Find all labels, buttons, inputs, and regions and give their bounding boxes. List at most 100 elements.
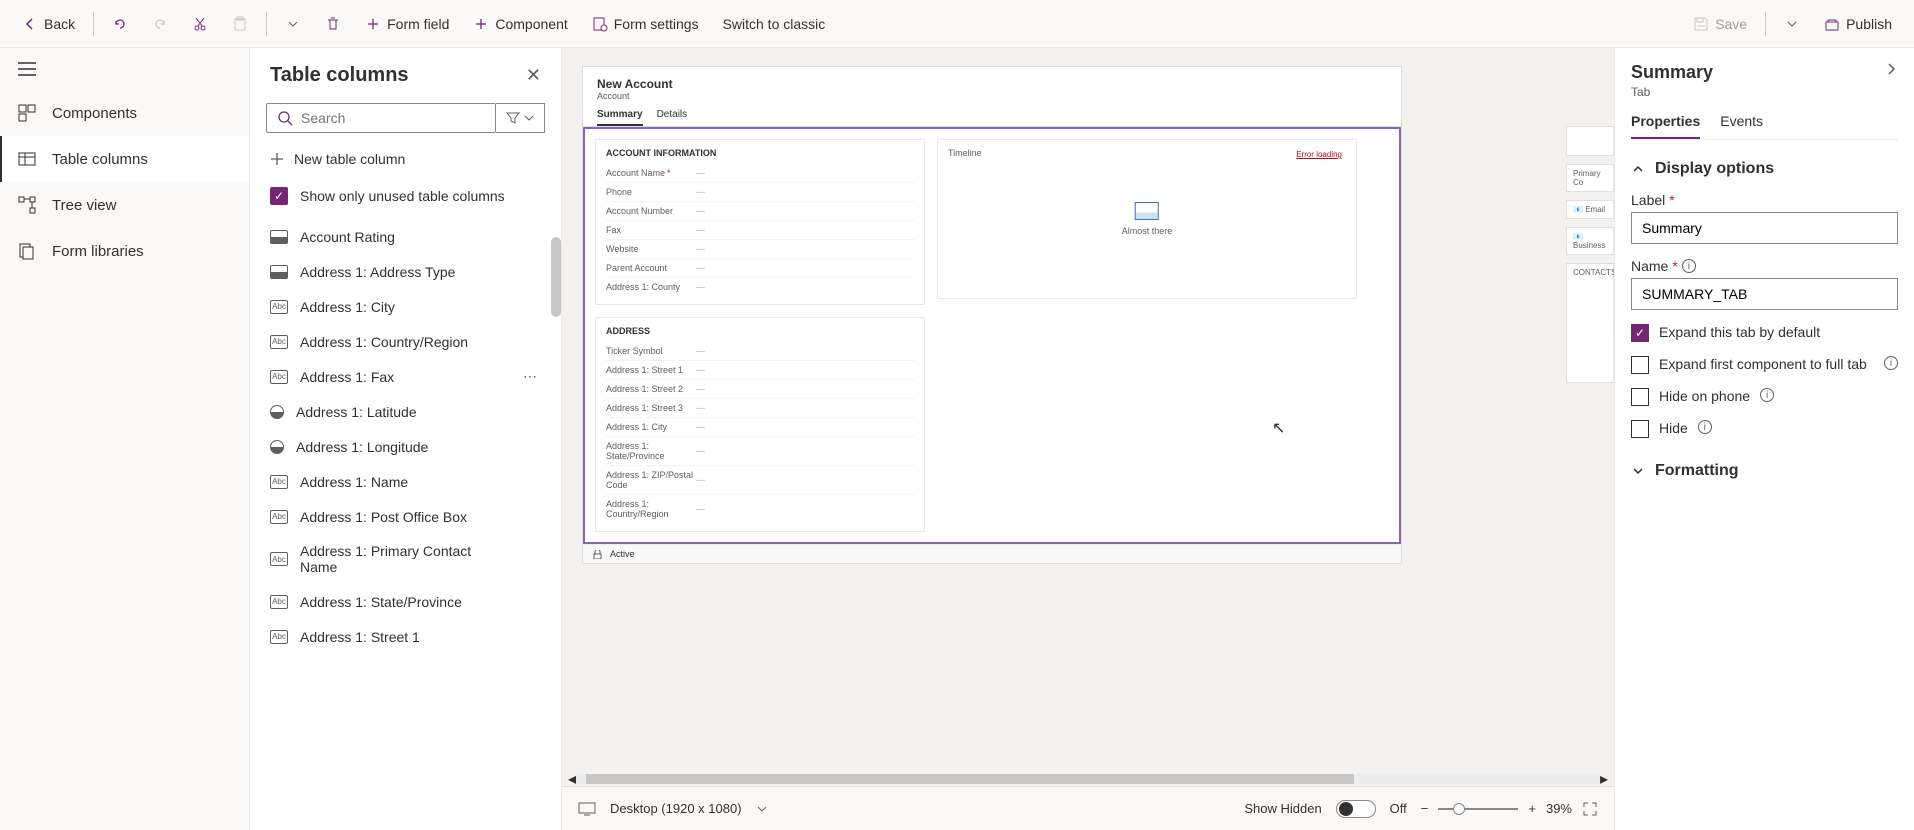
redo-button[interactable]: [142, 10, 178, 38]
form-field-row[interactable]: Account Number---: [606, 202, 914, 221]
more-icon[interactable]: ⋯: [519, 368, 541, 385]
panel-close-button[interactable]: ✕: [526, 65, 541, 86]
error-loading-link[interactable]: Error loading: [1296, 150, 1342, 159]
rail-table-columns[interactable]: Table columns: [0, 136, 249, 182]
horizontal-scrollbar[interactable]: ◂ ▸: [562, 772, 1614, 786]
text-type-icon: Abc: [270, 370, 288, 384]
contacts-box[interactable]: CONTACTS: [1566, 263, 1614, 383]
tab-events[interactable]: Events: [1720, 113, 1763, 139]
expand-panel-icon[interactable]: [1884, 62, 1898, 76]
column-item[interactable]: AbcAddress 1: Post Office Box⋯: [250, 499, 561, 534]
column-item[interactable]: AbcAddress 1: Primary Contact Name⋯: [250, 534, 561, 584]
cut-button[interactable]: [182, 10, 218, 38]
column-item[interactable]: AbcAddress 1: Country/Region⋯: [250, 324, 561, 359]
show-hidden-toggle[interactable]: [1336, 800, 1376, 818]
column-item[interactable]: AbcAddress 1: Fax⋯: [250, 359, 561, 394]
paste-button[interactable]: [222, 10, 258, 38]
expand-default-check[interactable]: ✓ Expand this tab by default: [1631, 324, 1898, 342]
form-field-row[interactable]: Address 1: ZIP/Postal Code---: [606, 466, 914, 495]
hamburger-button[interactable]: [0, 48, 249, 90]
rail-components[interactable]: Components: [0, 90, 249, 136]
form-field-row[interactable]: Phone---: [606, 183, 914, 202]
form-field-row[interactable]: Parent Account---: [606, 259, 914, 278]
hide-check[interactable]: Hide i: [1631, 420, 1898, 438]
show-only-unused-check[interactable]: ✓ Show only unused table columns: [250, 177, 561, 219]
form-settings-button[interactable]: Form settings: [582, 10, 709, 38]
section-account-info[interactable]: ACCOUNT INFORMATION Account Name*---Phon…: [595, 139, 925, 305]
label-input[interactable]: [1631, 212, 1898, 244]
form-preview[interactable]: New Account Account Summary Details ACCO…: [582, 66, 1402, 564]
timeline-section[interactable]: Timeline Error loading Almost there: [937, 139, 1357, 299]
search-input[interactable]: [301, 110, 485, 126]
separator: [1765, 12, 1766, 36]
column-item[interactable]: Address 1: Latitude⋯: [250, 394, 561, 429]
form-field-row[interactable]: Address 1: County---: [606, 278, 914, 296]
form-field-button[interactable]: Form field: [355, 10, 459, 38]
tab-properties[interactable]: Properties: [1631, 113, 1700, 139]
primary-contact-box[interactable]: Primary Co: [1566, 164, 1614, 192]
column-item[interactable]: AbcAddress 1: Street 1⋯: [250, 619, 561, 654]
name-input[interactable]: [1631, 278, 1898, 310]
globe-icon: [270, 440, 284, 454]
column-item[interactable]: AbcAddress 1: Name⋯: [250, 464, 561, 499]
search-input-wrapper[interactable]: [266, 103, 496, 133]
column-item[interactable]: AbcAddress 1: City⋯: [250, 289, 561, 324]
component-button[interactable]: Component: [463, 10, 577, 38]
form-field-row[interactable]: Fax---: [606, 221, 914, 240]
hscroll-thumb[interactable]: [586, 774, 1354, 784]
form-field-row[interactable]: Website---: [606, 240, 914, 259]
form-field-row[interactable]: Address 1: State/Province---: [606, 437, 914, 466]
publish-button[interactable]: Publish: [1814, 10, 1902, 38]
rail-form-libraries[interactable]: Form libraries: [0, 228, 249, 274]
chevron-down-icon[interactable]: [756, 803, 768, 815]
hide-phone-check[interactable]: Hide on phone i: [1631, 388, 1898, 406]
form-field-row[interactable]: Address 1: Street 3---: [606, 399, 914, 418]
zoom-in-button[interactable]: +: [1528, 801, 1536, 816]
form-field-row[interactable]: Address 1: Street 2---: [606, 380, 914, 399]
timeline-message: Almost there: [1122, 226, 1173, 236]
info-icon[interactable]: i: [1698, 420, 1712, 434]
display-options-header[interactable]: Display options: [1631, 156, 1898, 182]
expand-first-check[interactable]: Expand first component to full tab i: [1631, 356, 1898, 374]
paste-dropdown[interactable]: [275, 10, 311, 38]
column-list[interactable]: Account Rating⋯Address 1: Address Type⋯A…: [250, 219, 561, 830]
delete-button[interactable]: [315, 10, 351, 38]
panel-title: Table columns: [270, 64, 409, 87]
column-item[interactable]: Account Rating⋯: [250, 219, 561, 254]
info-icon[interactable]: i: [1682, 259, 1696, 273]
field-value: ---: [696, 282, 705, 292]
switch-classic-button[interactable]: Switch to classic: [713, 10, 836, 38]
business-box[interactable]: 📧 Business: [1566, 227, 1614, 255]
formatting-header[interactable]: Formatting: [1631, 458, 1898, 484]
section-address[interactable]: ADDRESS Ticker Symbol---Address 1: Stree…: [595, 317, 925, 532]
undo-button[interactable]: [102, 10, 138, 38]
info-icon[interactable]: i: [1760, 388, 1774, 402]
form-field-row[interactable]: Address 1: Country/Region---: [606, 495, 914, 523]
info-icon[interactable]: i: [1884, 356, 1898, 370]
form-field-row[interactable]: Address 1: City---: [606, 418, 914, 437]
form-tab-details[interactable]: Details: [657, 109, 688, 126]
new-table-column-button[interactable]: New table column: [250, 141, 561, 177]
scrollbar-thumb[interactable]: [551, 237, 561, 317]
save-button[interactable]: Save: [1683, 10, 1757, 38]
back-button[interactable]: Back: [12, 10, 85, 38]
zoom-out-button[interactable]: −: [1421, 801, 1429, 816]
email-box[interactable]: 📧 Email: [1566, 200, 1614, 219]
rail-tree-view[interactable]: Tree view: [0, 182, 249, 228]
save-dropdown[interactable]: [1774, 10, 1810, 38]
column-item[interactable]: Address 1: Address Type⋯: [250, 254, 561, 289]
form-tab-summary[interactable]: Summary: [597, 109, 643, 126]
form-field-row[interactable]: Account Name*---: [606, 164, 914, 183]
field-value: ---: [696, 446, 705, 456]
column-label: Address 1: City: [300, 299, 395, 315]
fit-icon[interactable]: [1582, 801, 1598, 817]
form-field-row[interactable]: Ticker Symbol---: [606, 342, 914, 361]
checkbox-icon: [1631, 420, 1649, 438]
form-field-row[interactable]: Address 1: Street 1---: [606, 361, 914, 380]
column-item[interactable]: Address 1: Longitude⋯: [250, 429, 561, 464]
zoom-slider[interactable]: [1438, 808, 1518, 810]
filter-button[interactable]: [496, 103, 545, 133]
column-item[interactable]: AbcAddress 1: State/Province⋯: [250, 584, 561, 619]
device-label[interactable]: Desktop (1920 x 1080): [610, 801, 742, 816]
table-columns-icon: [18, 150, 36, 168]
